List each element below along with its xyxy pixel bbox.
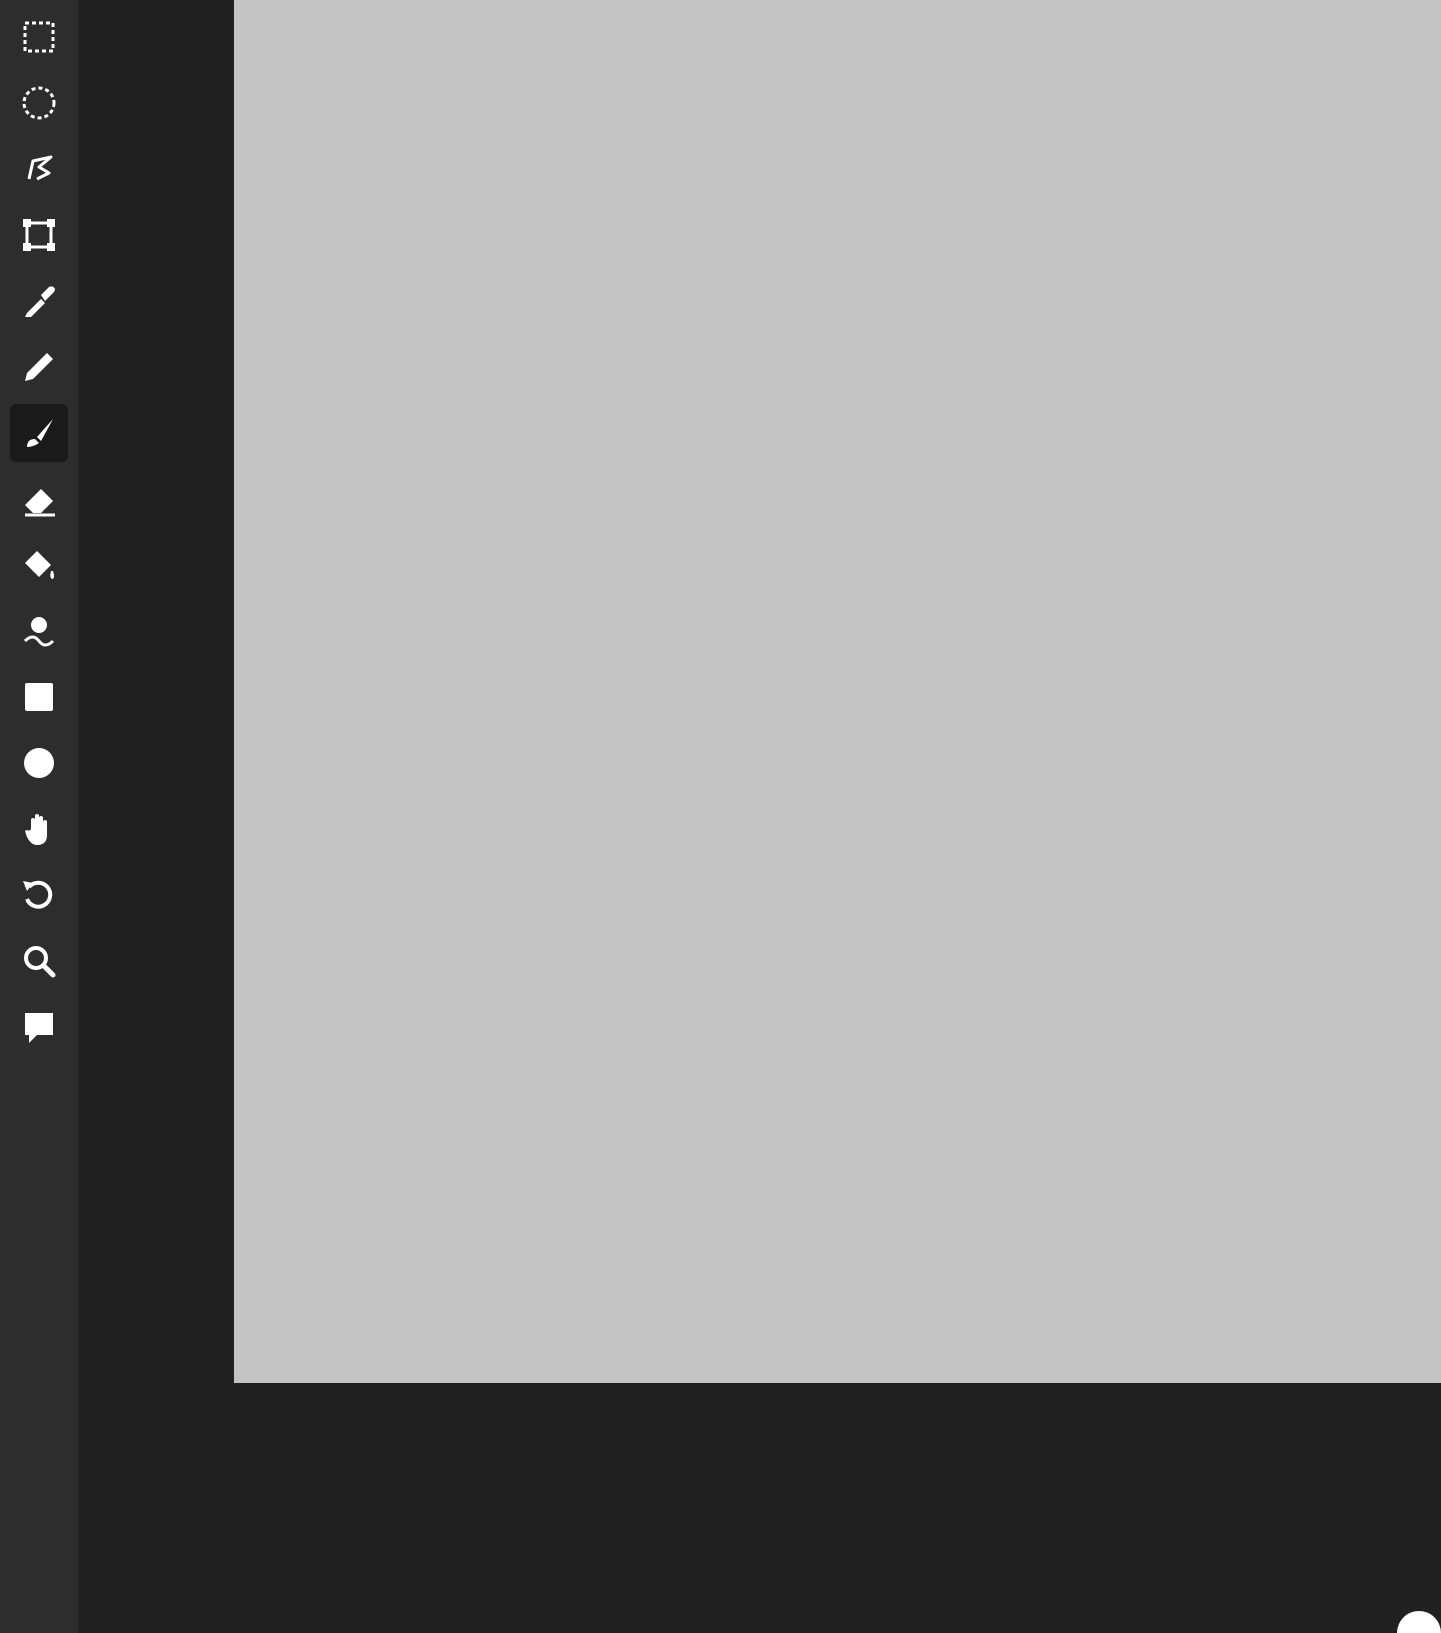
paint-bucket-icon: [25, 551, 54, 579]
ellipse-select-icon: [22, 86, 56, 120]
ellipse-shape-tool[interactable]: [10, 734, 68, 792]
rect-select-tool[interactable]: [10, 8, 68, 66]
smudge-icon: [23, 617, 55, 647]
brush-icon: [27, 419, 53, 447]
undo-tool[interactable]: [10, 866, 68, 924]
drawing-app: [0, 0, 1441, 1633]
rect-select-icon: [23, 21, 55, 53]
ellipse-select-tool[interactable]: [10, 74, 68, 132]
zoom-tool[interactable]: [10, 932, 68, 990]
brush-tool[interactable]: [10, 404, 68, 462]
lasso-icon: [27, 155, 53, 181]
speech-bubble-icon: [25, 1013, 53, 1043]
pan-tool[interactable]: [10, 800, 68, 858]
circle-icon: [24, 748, 54, 778]
eyedropper-icon: [25, 286, 55, 317]
lasso-tool[interactable]: [10, 140, 68, 198]
magnifier-icon: [24, 946, 56, 978]
drawing-canvas[interactable]: [234, 0, 1441, 1383]
smudge-tool[interactable]: [10, 602, 68, 660]
eraser-tool[interactable]: [10, 470, 68, 528]
fill-tool[interactable]: [10, 536, 68, 594]
comment-tool[interactable]: [10, 998, 68, 1056]
eraser-icon: [25, 489, 55, 517]
rectangle-shape-tool[interactable]: [10, 668, 68, 726]
workspace: [78, 0, 1441, 1633]
transform-tool[interactable]: [10, 206, 68, 264]
pencil-icon: [25, 353, 53, 381]
square-icon: [25, 683, 53, 711]
hand-icon: [25, 814, 47, 845]
transform-icon: [23, 219, 55, 251]
eyedropper-tool[interactable]: [10, 272, 68, 330]
undo-icon: [23, 880, 53, 909]
pencil-tool[interactable]: [10, 338, 68, 396]
scroll-handle[interactable]: [1397, 1611, 1441, 1633]
tool-sidebar: [0, 0, 78, 1633]
